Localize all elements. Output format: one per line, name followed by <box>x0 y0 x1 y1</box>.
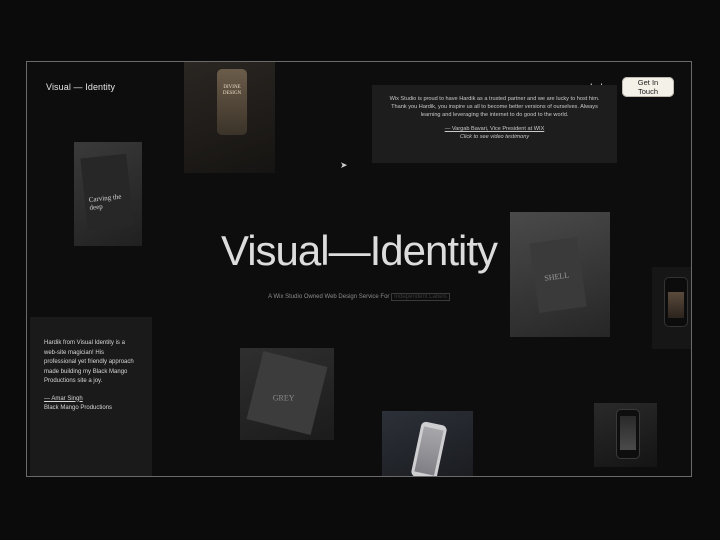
book-mockup: Carving the deep <box>80 153 134 231</box>
testimonial-company: Black Mango Productions <box>44 405 113 411</box>
phone-mockup: DIVINE DESIGN <box>217 69 247 135</box>
mouse-cursor-icon: ➤ <box>340 160 348 170</box>
phone-mockup <box>616 409 640 459</box>
card-caption: DIVINE DESIGN <box>222 85 242 96</box>
gallery-card-phone[interactable] <box>652 267 691 349</box>
get-in-touch-button[interactable]: Get In Touch <box>622 77 674 97</box>
card-caption: GREY <box>272 393 295 403</box>
card-caption: Carving the deep <box>88 192 122 212</box>
video-testimony-link[interactable]: Click to see video testimony <box>382 133 607 141</box>
book-mockup: GREY <box>246 351 328 435</box>
page-subtitle: A Wix Studio Owned Web Design Service Fo… <box>27 293 691 301</box>
card-caption: SHELL <box>543 270 570 283</box>
page-title: Visual—Identity <box>220 227 498 274</box>
testimonial-card-top: Wix Studio is proud to have Hardik as a … <box>372 85 617 163</box>
testimonial-author-link[interactable]: — Vargab Bavari, Vice President at WIX <box>382 125 607 133</box>
gallery-card-phone-dark[interactable] <box>594 403 657 467</box>
gallery-card-grey[interactable]: GREY <box>240 348 334 440</box>
testimonial-card-left: Hardik from Visual Identity is a web-sit… <box>30 317 152 476</box>
gallery-card-divine-design[interactable]: DIVINE DESIGN <box>184 62 275 173</box>
subtitle-highlight: Independent Labels <box>391 293 450 301</box>
testimonial-author-link[interactable]: — Amar Singh <box>44 395 138 405</box>
phone-mockup <box>664 277 688 327</box>
testimonial-quote: Hardik from Visual Identity is a web-sit… <box>44 340 134 384</box>
gallery-card-phone-hand[interactable] <box>382 411 473 476</box>
phone-mockup <box>410 420 448 476</box>
brand-logo[interactable]: Visual — Identity <box>46 82 115 92</box>
testimonial-quote: Wix Studio is proud to have Hardik as a … <box>389 96 600 118</box>
subtitle-text: A Wix Studio Owned Web Design Service Fo… <box>268 294 390 300</box>
hero-frame: DIVINE DESIGN Carving the deep SHELL GRE… <box>26 61 692 477</box>
